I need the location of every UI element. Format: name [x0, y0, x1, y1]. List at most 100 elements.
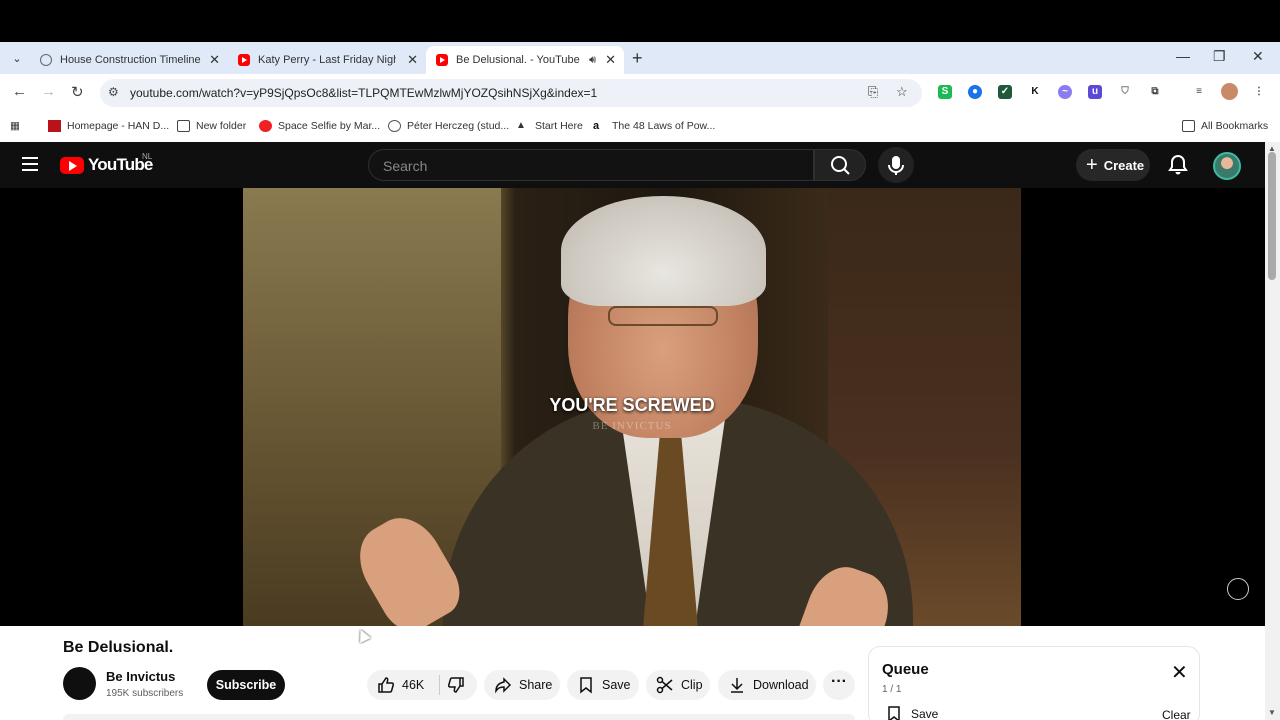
extension-u-icon[interactable]: u	[1088, 85, 1102, 99]
youtube-logo[interactable]: YouTube NL	[60, 152, 153, 175]
bookmark-label: The 48 Laws of Pow...	[612, 120, 716, 132]
video-frame[interactable]: YOU'RE SCREWED BE INVICTUS	[243, 188, 1021, 626]
like-count: 46K	[402, 678, 425, 692]
triangle-icon: ▲	[516, 120, 526, 131]
video-player[interactable]: YOU'RE SCREWED BE INVICTUS	[0, 188, 1265, 626]
bookmark-48-laws[interactable]: a The 48 Laws of Pow...	[593, 120, 715, 132]
scrollbar-thumb[interactable]	[1268, 152, 1276, 280]
all-bookmarks-label: All Bookmarks	[1201, 120, 1269, 132]
restore-icon[interactable]: ❐	[1213, 48, 1226, 65]
channel-name[interactable]: Be Invictus	[106, 669, 175, 684]
extension-wave-icon[interactable]: ~	[1058, 85, 1072, 99]
scissors-icon	[656, 676, 673, 694]
bookmark-star-icon[interactable]: ☆	[896, 84, 908, 100]
video-title: Be Delusional.	[63, 639, 174, 656]
reload-icon[interactable]: ↻	[71, 83, 84, 101]
media-control-icon[interactable]: ≡	[1192, 85, 1206, 99]
bookmark-label: Homepage - HAN D...	[67, 120, 170, 132]
region-code: NL	[142, 152, 153, 161]
plus-icon: +	[1086, 153, 1098, 176]
bookmark-space-selfie[interactable]: Space Selfie by Mar...	[259, 120, 380, 132]
more-actions-icon[interactable]: ···	[823, 670, 855, 700]
bookmark-label: Péter Herczeg (stud...	[407, 120, 510, 132]
queue-panel: Queue 1 / 1 ✕ Save Clear	[868, 646, 1200, 720]
all-bookmarks[interactable]: All Bookmarks	[1182, 120, 1268, 132]
bookmark-peter-herczeg[interactable]: Péter Herczeg (stud...	[388, 120, 509, 132]
close-window-icon[interactable]: ✕	[1252, 48, 1264, 65]
tab-search-icon[interactable]: ⌄	[8, 50, 26, 68]
channel-watermark-icon[interactable]	[1227, 578, 1249, 600]
microphone-icon	[888, 156, 904, 175]
share-button[interactable]: Share	[484, 670, 560, 700]
voice-search-button[interactable]	[878, 147, 914, 183]
browser-chrome: ⌄ House Construction Timeline ✕ Katy Per…	[0, 42, 1280, 142]
share-label: Share	[519, 678, 553, 692]
bookmark-label: New folder	[196, 120, 247, 132]
speaker-icon[interactable]: 🔊︎	[589, 54, 596, 67]
forward-icon[interactable]: →	[41, 83, 56, 100]
extension-s-icon[interactable]: S	[938, 85, 952, 99]
save-button[interactable]: Save	[567, 670, 639, 700]
subscriber-count: 195K subscribers	[106, 688, 184, 699]
search-input[interactable]: Search	[368, 149, 814, 181]
tab-be-delusional[interactable]: Be Delusional. - YouTube 🔊︎ ✕	[426, 46, 624, 74]
youtube-play-icon	[60, 156, 84, 174]
bookmark-start-here[interactable]: ▲ Start Here	[516, 120, 583, 132]
folder-icon	[177, 120, 190, 132]
download-button[interactable]: Download	[718, 670, 816, 700]
menu-icon[interactable]	[22, 157, 38, 171]
close-icon[interactable]: ✕	[1171, 660, 1188, 685]
address-bar[interactable]: ⚙ youtube.com/watch?v=yP9SjQpsOc8&list=T…	[100, 79, 922, 107]
youtube-page: YouTube NL Search + Create YOU'RE SCREWE…	[0, 142, 1265, 720]
extension-check-icon[interactable]: ✓	[998, 85, 1012, 99]
tab-house-construction[interactable]: House Construction Timeline ✕	[30, 46, 228, 74]
speaker-glasses	[608, 306, 718, 326]
youtube-icon	[238, 54, 250, 66]
close-tab-icon[interactable]: ✕	[605, 52, 616, 68]
tab-katy-perry[interactable]: Katy Perry - Last Friday Night (T ✕	[228, 46, 426, 74]
close-tab-icon[interactable]: ✕	[209, 52, 220, 68]
clip-label: Clip	[681, 678, 703, 692]
extensions-puzzle-icon[interactable]: ⧉	[1148, 85, 1162, 99]
notifications-button[interactable]	[1168, 154, 1188, 181]
new-tab-button[interactable]: +	[632, 48, 643, 69]
subscribe-button[interactable]: Subscribe	[207, 670, 285, 700]
bookmark-han[interactable]: Homepage - HAN D...	[48, 120, 169, 132]
clip-button[interactable]: Clip	[646, 670, 710, 700]
bookmark-label: Start Here	[535, 120, 583, 132]
dislike-button[interactable]	[440, 676, 472, 694]
youtube-icon	[436, 54, 448, 66]
extension-circle-icon[interactable]: ●	[968, 85, 982, 99]
menu-dots-icon[interactable]: ⋮	[1252, 85, 1266, 99]
channel-avatar[interactable]	[63, 667, 96, 700]
queue-save-label: Save	[911, 707, 939, 720]
back-icon[interactable]: ←	[12, 83, 27, 100]
apps-grid-icon[interactable]: ▦	[10, 120, 20, 132]
search-button[interactable]	[814, 149, 866, 181]
queue-save-button[interactable]: Save	[885, 705, 938, 720]
bookmark-new-folder[interactable]: New folder	[177, 120, 246, 132]
globe-icon	[388, 120, 401, 132]
share-icon	[495, 677, 512, 694]
site-info-icon[interactable]: ⚙	[108, 85, 119, 99]
scroll-down-icon[interactable]: ▼	[1268, 708, 1276, 717]
like-button[interactable]: 46K	[367, 676, 439, 694]
description-box[interactable]	[63, 714, 855, 720]
create-button[interactable]: + Create	[1076, 149, 1150, 181]
queue-clear-button[interactable]: Clear	[1162, 708, 1191, 720]
video-caption: YOU'RE SCREWED	[549, 395, 715, 415]
close-tab-icon[interactable]: ✕	[407, 52, 418, 68]
profile-avatar[interactable]	[1221, 83, 1238, 100]
extension-shield-icon[interactable]: ⛉	[1118, 85, 1132, 99]
install-app-icon[interactable]: ⎘	[868, 84, 878, 100]
folder-icon	[1182, 120, 1195, 132]
extension-k-icon[interactable]: K	[1028, 85, 1042, 99]
account-avatar[interactable]	[1213, 152, 1241, 180]
minimize-icon[interactable]: —	[1176, 48, 1190, 64]
page-scrollbar[interactable]: ▲ ▼	[1265, 142, 1280, 720]
amazon-icon: a	[593, 120, 600, 132]
bookmark-icon	[888, 706, 900, 720]
youtube-header: YouTube NL Search + Create	[0, 142, 1265, 188]
bookmark-label: Space Selfie by Mar...	[278, 120, 381, 132]
thumbs-down-icon	[447, 677, 464, 693]
